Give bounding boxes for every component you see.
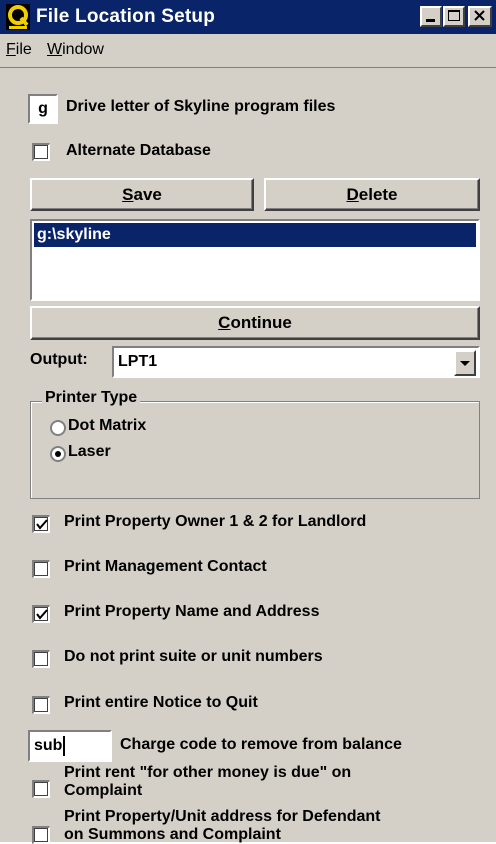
check-icon [36, 519, 48, 530]
charge-code-value: sub [34, 737, 63, 754]
charge-code-label: Charge code to remove from balance [120, 736, 402, 753]
output-value: LPT1 [118, 353, 158, 370]
output-select[interactable]: LPT1 [112, 346, 480, 378]
print-notice-to-quit-label: Print entire Notice to Quit [64, 694, 258, 711]
window-title: File Location Setup [36, 6, 216, 27]
alternate-database-label: Alternate Database [66, 142, 211, 159]
menu-bar: File Window [0, 34, 496, 68]
charge-code-input[interactable]: sub [28, 730, 112, 762]
print-owner-label: Print Property Owner 1 & 2 for Landlord [64, 513, 367, 530]
alternate-database-checkbox[interactable] [32, 143, 50, 161]
print-property-name-label: Print Property Name and Address [64, 603, 320, 620]
continue-button[interactable]: Continue [30, 306, 480, 340]
drive-letter-label: Drive letter of Skyline program files [66, 98, 336, 115]
maximize-button[interactable] [443, 6, 465, 27]
print-management-contact-checkbox[interactable] [32, 560, 50, 578]
no-suite-numbers-checkbox[interactable] [32, 650, 50, 668]
no-suite-numbers-label: Do not print suite or unit numbers [64, 648, 323, 665]
print-owner-checkbox[interactable] [32, 515, 50, 533]
delete-button[interactable]: Delete [264, 178, 480, 211]
dot-matrix-label: Dot Matrix [68, 417, 147, 434]
print-rent-complaint-checkbox[interactable] [32, 780, 50, 798]
print-rent-complaint-line1: Print rent "for other money is due" on [64, 764, 352, 781]
path-listbox[interactable]: g:\skyline [30, 219, 480, 301]
radio-selected-dot [55, 451, 61, 457]
laser-radio[interactable] [50, 446, 66, 462]
menu-file[interactable]: File [6, 41, 32, 59]
print-property-name-checkbox[interactable] [32, 605, 50, 623]
chevron-down-icon [460, 361, 470, 366]
check-icon [36, 609, 48, 620]
title-bar[interactable]: File Location Setup [0, 0, 496, 34]
print-unit-address-line1: Print Property/Unit address for Defendan… [64, 808, 381, 825]
q-logo-icon[interactable] [6, 4, 30, 30]
menu-window[interactable]: Window [47, 41, 104, 59]
print-notice-to-quit-checkbox[interactable] [32, 696, 50, 714]
print-unit-address-checkbox[interactable] [32, 826, 50, 844]
print-rent-complaint-line2: Complaint [64, 782, 143, 799]
laser-label: Laser [68, 443, 111, 460]
save-button[interactable]: Save [30, 178, 254, 211]
printer-type-title: Printer Type [42, 389, 141, 407]
print-unit-address-label: Print Property/Unit address for Defendan… [64, 808, 381, 844]
text-cursor [63, 735, 66, 756]
maximize-icon [448, 10, 460, 21]
minimize-icon [426, 19, 435, 22]
print-unit-address-line2: on Summons and Complaint [64, 826, 281, 843]
dropdown-button[interactable] [454, 350, 476, 376]
close-button[interactable] [468, 6, 492, 27]
print-rent-complaint-label: Print rent "for other money is due" on C… [64, 764, 351, 800]
print-management-contact-label: Print Management Contact [64, 558, 267, 575]
output-label: Output: [30, 351, 88, 368]
dot-matrix-radio[interactable] [50, 420, 66, 436]
close-icon [474, 10, 485, 21]
file-location-setup-window: File Location Setup File Window g Drive … [0, 0, 496, 844]
drive-letter-input[interactable]: g [28, 94, 58, 124]
list-item[interactable]: g:\skyline [34, 223, 476, 247]
minimize-button[interactable] [420, 6, 442, 27]
